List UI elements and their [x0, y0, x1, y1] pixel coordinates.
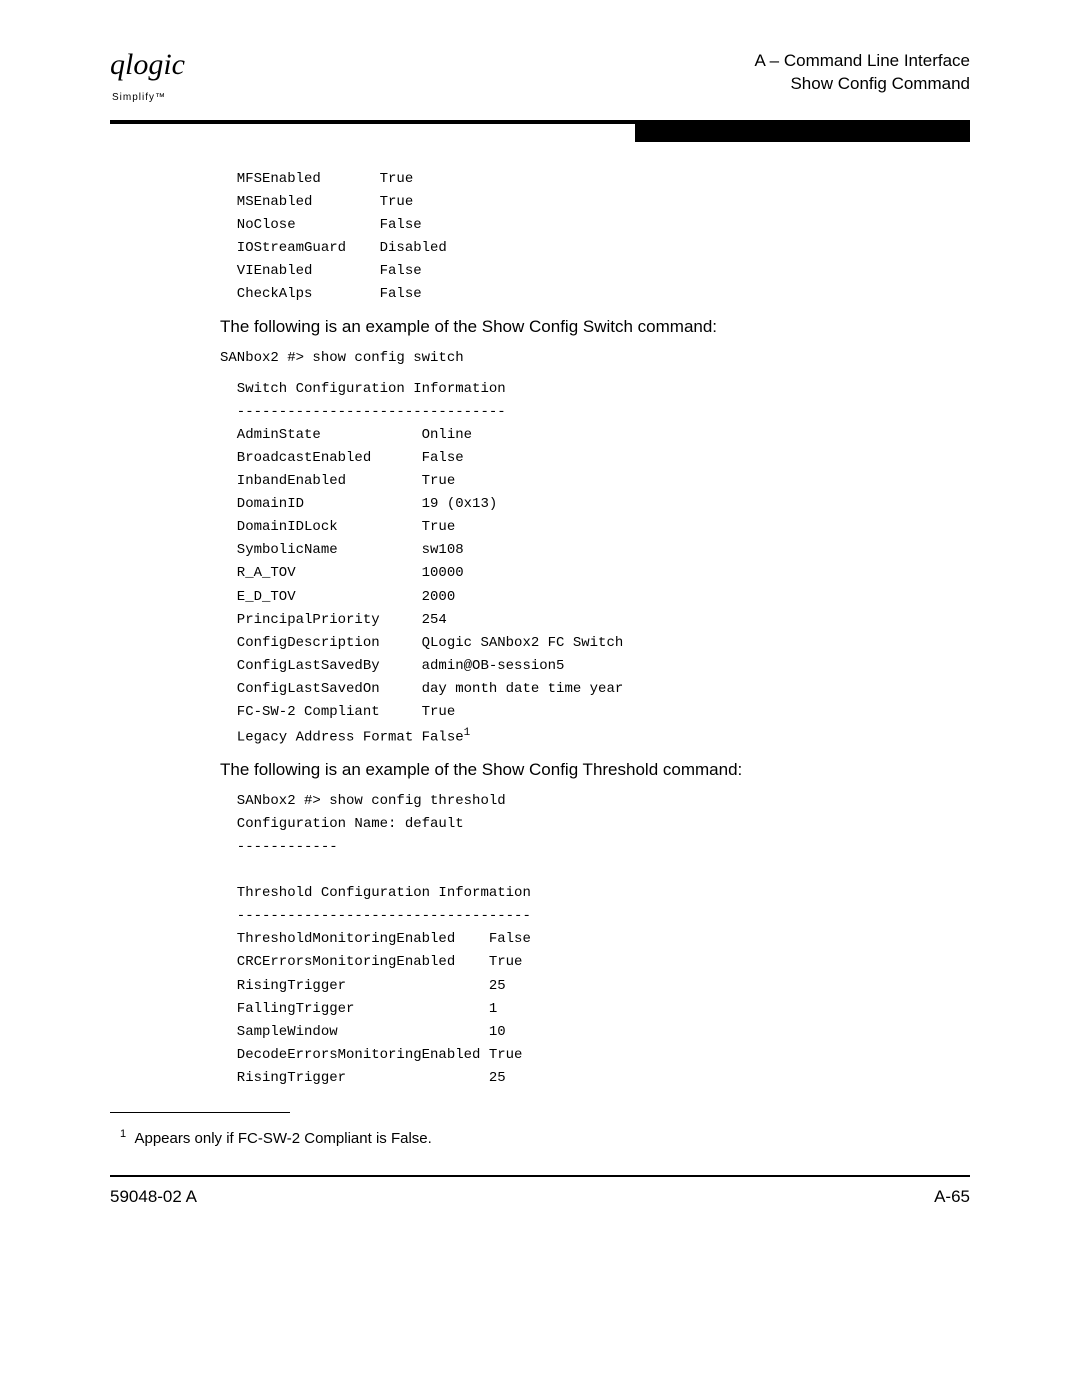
footer-rule	[110, 1175, 970, 1177]
page-footer: 59048-02 A A-65	[110, 1187, 970, 1207]
footer-page-number: A-65	[934, 1187, 970, 1207]
footnote-ref-1: 1	[464, 727, 471, 739]
logo-tagline: Simplify™	[112, 92, 166, 103]
footnote-marker: 1	[120, 1128, 126, 1140]
intro-threshold-example: The following is an example of the Show …	[220, 760, 970, 780]
code-block-switch-cmd: SANbox2 #> show config switch	[220, 347, 970, 370]
header-tab-bar	[635, 122, 970, 142]
footnote-1: 1 Appears only if FC-SW-2 Compliant is F…	[138, 1128, 970, 1147]
footer-doc-id: 59048-02 A	[110, 1187, 197, 1207]
header-line-2: Show Config Command	[755, 73, 970, 96]
code-block-threshold-output: SANbox2 #> show config threshold Configu…	[220, 790, 970, 1090]
header-line-1: A – Command Line Interface	[755, 50, 970, 73]
intro-switch-example: The following is an example of the Show …	[220, 317, 970, 337]
page-header: qlogic Simplify™ A – Command Line Interf…	[110, 50, 970, 110]
code-block-switch-output: Switch Configuration Information -------…	[220, 378, 970, 750]
footnote-text: Appears only if FC-SW-2 Compliant is Fal…	[134, 1130, 431, 1147]
qlogic-logo: qlogic Simplify™	[110, 50, 185, 110]
header-title-block: A – Command Line Interface Show Config C…	[755, 50, 970, 96]
logo-wordmark: qlogic	[110, 48, 185, 81]
body-content: MFSEnabled True MSEnabled True NoClose F…	[220, 168, 970, 1090]
switch-output-text: Switch Configuration Information -------…	[220, 381, 623, 746]
code-block-port-config: MFSEnabled True MSEnabled True NoClose F…	[220, 168, 970, 307]
footnote-rule	[110, 1112, 290, 1113]
